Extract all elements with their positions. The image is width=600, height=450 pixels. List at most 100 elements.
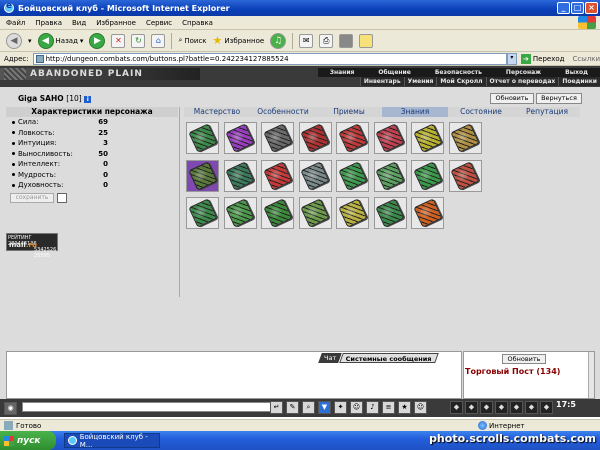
pen-icon[interactable]: ✎	[286, 401, 299, 414]
links-label[interactable]: Ссылки	[572, 55, 600, 63]
scroll-slot[interactable]	[298, 122, 332, 154]
counter-badge[interactable]: РЕЙТИНГ 289444136 5342526 25595 mail.ru	[6, 233, 58, 259]
menu-edit[interactable]: Правка	[35, 19, 62, 27]
face-icon[interactable]: ☺	[414, 401, 427, 414]
scroll-slot[interactable]	[186, 122, 219, 154]
tab-knowledge[interactable]: Знания	[382, 107, 448, 117]
scroll-slot[interactable]	[448, 159, 482, 192]
favorites-button[interactable]: ★ Избранное	[213, 34, 265, 47]
forward-button[interactable]: ▶	[89, 32, 106, 49]
map-icon[interactable]: ◆	[540, 401, 553, 414]
scroll-slot[interactable]	[336, 159, 369, 192]
url-input[interactable]: http://dungeon.combats.com/buttons.pl?ba…	[32, 52, 507, 65]
nav-security[interactable]: Безопасность	[423, 68, 494, 77]
scroll-slot[interactable]	[411, 197, 444, 229]
tab-reputation[interactable]: Репутация	[514, 107, 580, 117]
nav-inventory[interactable]: Инвентарь	[359, 77, 404, 86]
print-icon[interactable]: ⎙	[319, 33, 334, 48]
minimize-button[interactable]: _	[557, 2, 570, 14]
save-checkbox[interactable]	[57, 192, 67, 203]
tab-mastery[interactable]: Мастерство	[184, 107, 250, 117]
scroll-slot[interactable]	[373, 122, 407, 154]
return-button[interactable]: Вернуться	[536, 93, 582, 104]
star-icon[interactable]: ★	[398, 401, 411, 414]
lock-icon[interactable]: ◆	[450, 401, 463, 414]
book-icon[interactable]: ◆	[510, 401, 523, 414]
close-button[interactable]: ×	[585, 2, 598, 14]
menu-help[interactable]: Справка	[182, 19, 213, 27]
scroll-slot[interactable]	[261, 122, 294, 154]
menu-file[interactable]: Файл	[6, 19, 25, 27]
scroll-slot[interactable]	[411, 122, 444, 154]
menu-favorites[interactable]: Избранное	[96, 19, 136, 27]
menu-tools[interactable]: Сервис	[146, 19, 172, 27]
chat-mode-icon[interactable]: ◉	[4, 401, 17, 415]
scroll-slot[interactable]	[336, 122, 369, 154]
scroll-icon	[225, 160, 255, 191]
address-label: Адрес:	[4, 54, 29, 63]
mail-icon[interactable]: ✉	[299, 33, 314, 48]
edit-icon[interactable]	[339, 33, 354, 48]
refresh-list-button[interactable]: Обновить	[502, 354, 546, 364]
nav-transfer-report[interactable]: Отчет о переводах	[485, 77, 559, 86]
url-dropdown[interactable]: ▾	[506, 52, 517, 65]
start-button[interactable]: пуск	[0, 431, 56, 450]
nav-skills[interactable]: Умения	[403, 77, 437, 86]
trade-post-title[interactable]: Торговый Пост (134)	[465, 367, 560, 376]
scroll-slot[interactable]	[448, 122, 482, 154]
filter-icon[interactable]: ▼	[318, 401, 331, 414]
tab-techniques[interactable]: Приемы	[316, 107, 382, 117]
back-button[interactable]: ◀ Назад ▾	[37, 32, 83, 49]
info-icon[interactable]: i	[84, 95, 92, 103]
music-icon[interactable]: ♪	[366, 401, 379, 414]
tab-system-messages[interactable]: Системные сообщения	[339, 353, 439, 363]
shield-icon[interactable]: ◆	[525, 401, 538, 414]
chat-input[interactable]	[22, 402, 280, 412]
search-button[interactable]: ⌕ Поиск	[178, 36, 206, 45]
stat-row: Сила: 69	[6, 117, 178, 128]
search-icon[interactable]: ⌕	[302, 401, 315, 414]
tab-features[interactable]: Особенности	[250, 107, 316, 117]
scroll-icon[interactable]: ◆	[480, 401, 493, 414]
scroll-slot[interactable]	[261, 197, 294, 229]
media-icon[interactable]: ♫	[270, 32, 287, 49]
list-icon[interactable]: ≡	[382, 401, 395, 414]
nav-communication[interactable]: Общение	[366, 68, 422, 77]
scroll-slot[interactable]	[373, 159, 407, 192]
nav-my-scroll[interactable]: Мой Скролл	[436, 77, 485, 86]
scroll-slot[interactable]	[298, 197, 332, 229]
bag-icon[interactable]: ◆	[495, 401, 508, 414]
scroll-slot[interactable]	[223, 159, 257, 192]
home-icon[interactable]: ⌂	[151, 33, 166, 48]
refresh-button[interactable]: Обновить	[490, 93, 534, 104]
nav-exit[interactable]: Выход	[553, 68, 600, 77]
scroll-slot[interactable]	[336, 197, 369, 229]
sparkle-icon[interactable]: ✦	[334, 401, 347, 414]
scrollbar[interactable]	[588, 352, 594, 398]
scroll-slot[interactable]	[223, 197, 257, 229]
scroll-slot[interactable]	[186, 197, 219, 229]
scroll-slot[interactable]	[261, 159, 294, 192]
tab-state[interactable]: Состояние	[448, 107, 514, 117]
stop-icon[interactable]: ✕	[111, 33, 126, 48]
back-disabled-icon[interactable]: ◀	[6, 32, 22, 49]
go-button[interactable]: ➔ Переход	[520, 53, 564, 64]
scroll-slot[interactable]	[298, 159, 332, 192]
nav-character[interactable]: Персонаж	[494, 68, 553, 77]
nav-duels[interactable]: Поединки	[558, 77, 600, 86]
nav-knowledge[interactable]: Знания	[318, 68, 367, 77]
maximize-button[interactable]: □	[571, 2, 584, 14]
scroll-slot[interactable]	[186, 159, 219, 192]
taskbar-item[interactable]: Бойцовский клуб - M...	[64, 433, 160, 449]
folder-icon[interactable]	[359, 33, 374, 48]
dropdown-arrow-icon[interactable]: ▾	[28, 37, 32, 45]
refresh-icon[interactable]: ↻	[131, 33, 146, 48]
fire-icon[interactable]: ◆	[465, 401, 478, 414]
smile-icon[interactable]: ☺	[350, 401, 363, 414]
save-button[interactable]: сохранить	[10, 192, 54, 203]
send-icon[interactable]: ↵	[270, 401, 283, 414]
scroll-slot[interactable]	[411, 159, 444, 192]
scroll-slot[interactable]	[373, 197, 407, 229]
scroll-slot[interactable]	[223, 122, 257, 154]
menu-view[interactable]: Вид	[72, 19, 86, 27]
